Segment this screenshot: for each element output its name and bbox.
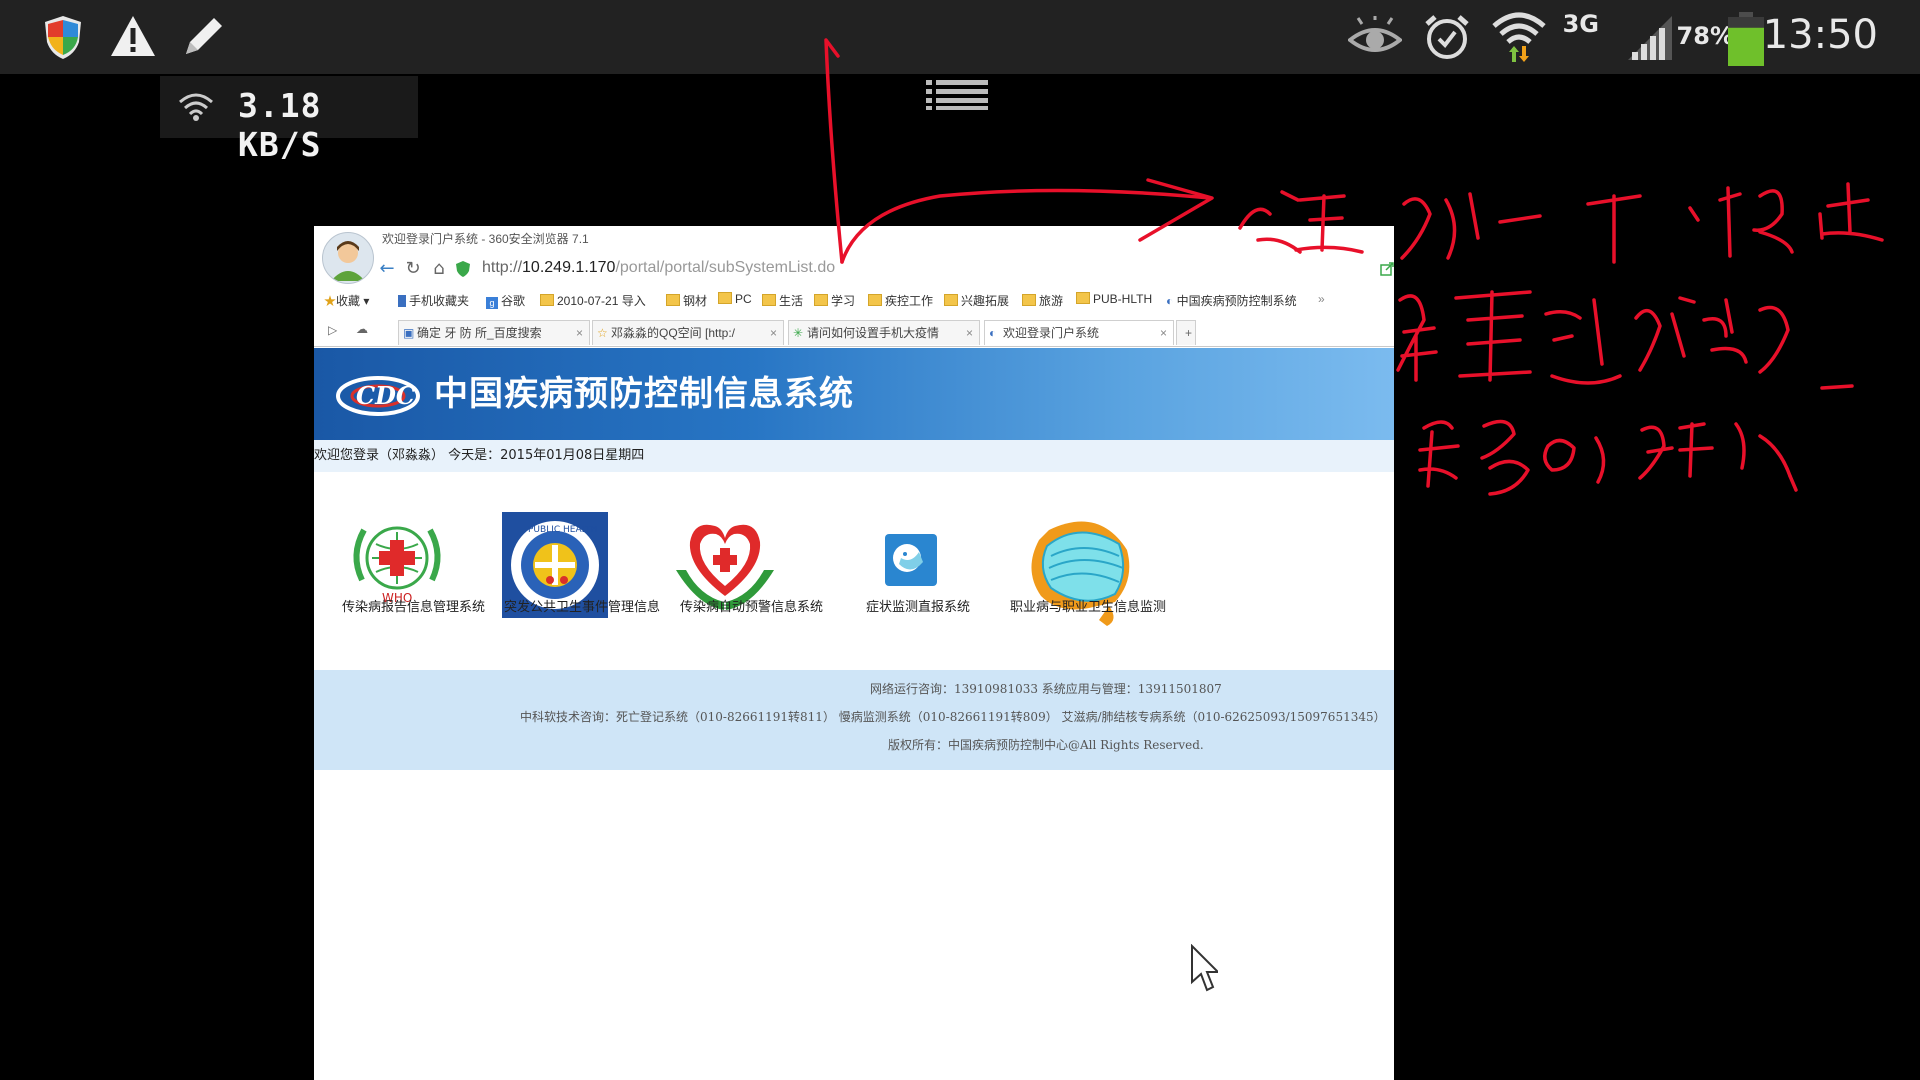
window-title: 欢迎登录门户系统 - 360安全浏览器 7.1 <box>382 232 589 246</box>
wifi-icon <box>1492 12 1546 62</box>
footer-copyright: 版权所有：中国疾病预防控制中心@All Rights Reserved. <box>888 738 1204 752</box>
eye-icon <box>1348 16 1402 52</box>
cdc-icon: ◐ <box>1166 294 1174 308</box>
net-speed-overlay: 3.18 KB/S <box>160 76 418 164</box>
close-icon: × <box>1159 326 1167 340</box>
cdc-logo-icon: CDC <box>336 376 420 416</box>
bookmark-folder[interactable]: 学习 <box>814 292 855 309</box>
refresh-button[interactable]: ↻ <box>402 258 424 280</box>
url-scheme: http:// <box>482 259 523 276</box>
page-footer: 网络运行咨询：13910981033 系统应用与管理：13911501807 中… <box>314 670 1394 770</box>
folder-icon <box>868 294 882 306</box>
browser-titlebar: 欢迎登录门户系统 - 360安全浏览器 7.1 <box>314 226 1394 252</box>
clock: 13:50 <box>1762 12 1878 58</box>
address-bar[interactable]: http://10.249.1.170/portal/portal/subSys… <box>482 256 1382 280</box>
bookmarks-bar: ★收藏 ▾ 手机收藏夹 g 谷歌 2010-07-21 导入 钢材 PC 生活 学… <box>314 286 1394 314</box>
tab-question[interactable]: ✳ 请问如何设置手机大疫情 × <box>788 320 980 345</box>
system-item[interactable] <box>836 510 986 588</box>
status-bar: 3G 78% 13:50 <box>0 0 1920 74</box>
bookmark-item[interactable]: 手机收藏夹 <box>398 292 469 309</box>
bookmark-item[interactable]: g 谷歌 <box>486 292 525 309</box>
cloud-icon[interactable]: ☁ <box>356 322 368 336</box>
site-banner: CDC 中国疾病预防控制信息系统 <box>314 348 1394 440</box>
bookmark-favorites[interactable]: ★收藏 ▾ <box>324 292 369 309</box>
bookmark-folder[interactable]: 2010-07-21 导入 <box>540 292 646 309</box>
footer-tech-support: 中科软技术咨询：死亡登记系统（010-82661191转811） 慢病监测系统（… <box>520 710 1386 724</box>
baidu-icon: ▣ <box>403 326 415 340</box>
welcome-text: 欢迎您登录（邓淼淼） 今天是：2015年01月08日星期四 <box>314 440 1394 472</box>
page-title: 中国疾病预防控制信息系统 <box>434 374 854 414</box>
signal-icon <box>1628 16 1672 60</box>
wifi-small-icon <box>179 93 213 121</box>
folder-icon <box>944 294 958 306</box>
close-icon: × <box>575 326 583 340</box>
folder-icon <box>1022 294 1036 306</box>
google-icon: g <box>486 297 498 309</box>
folder-icon <box>1076 292 1090 304</box>
folder-icon <box>718 292 732 304</box>
close-icon: × <box>769 326 777 340</box>
tab-qzone[interactable]: ☆ 邓淼淼的QQ空间 [http:/× <box>592 320 784 345</box>
system-label[interactable]: 传染病自动预警信息系统 <box>680 596 823 615</box>
bookmark-folder[interactable]: PUB-HLTH <box>1076 292 1152 306</box>
system-item[interactable] <box>1004 510 1154 634</box>
url-path: /portal/portal/subSystemList.do <box>615 259 836 276</box>
svg-text:PUBLIC HEALTH: PUBLIC HEALTH <box>528 525 598 535</box>
battery-percent: 78% <box>1676 22 1734 50</box>
tab-portal[interactable]: ◐ 欢迎登录门户系统 × <box>984 320 1174 345</box>
folder-icon <box>762 294 776 306</box>
folder-icon <box>666 294 680 306</box>
svg-text:CDC: CDC <box>356 381 415 410</box>
system-label[interactable]: 传染病报告信息管理系统 <box>342 596 485 615</box>
sidebar-toggle-icon[interactable]: ▷ <box>328 323 337 337</box>
face-mask-small-icon <box>885 534 937 586</box>
secure-shield-icon <box>456 261 470 277</box>
share-icon[interactable] <box>1380 262 1394 276</box>
system-label[interactable]: 突发公共卫生事件管理信息 <box>504 596 660 615</box>
system-label[interactable]: 职业病与职业卫生信息监测 <box>1010 596 1166 615</box>
alarm-icon <box>1425 15 1469 59</box>
bookmark-item[interactable]: ◐ 中国疾病预防控制系统 <box>1166 292 1297 309</box>
browser-window: 欢迎登录门户系统 - 360安全浏览器 7.1 ← ↻ ⌂ http://10.… <box>314 226 1394 1080</box>
tab-baidu[interactable]: ▣ 确定 牙 防 所_百度搜索 × <box>398 320 590 345</box>
warning-icon <box>111 16 155 56</box>
close-icon: × <box>965 326 973 340</box>
home-button[interactable]: ⌂ <box>428 258 450 280</box>
bookmark-folder[interactable]: 疾控工作 <box>868 292 933 309</box>
user-icon <box>331 241 365 281</box>
system-label[interactable]: 症状监测直报系统 <box>866 596 970 615</box>
bookmark-folder[interactable]: 钢材 <box>666 292 707 309</box>
network-type: 3G <box>1562 10 1599 38</box>
shield-icon <box>45 16 81 59</box>
star-icon: ★ <box>324 294 337 308</box>
bookmark-folder[interactable]: 兴趣拓展 <box>944 292 1009 309</box>
leaf-icon: ✳ <box>793 326 804 340</box>
menu-icon[interactable] <box>926 80 988 110</box>
pencil-icon <box>186 18 222 54</box>
more-bookmarks-icon[interactable]: » <box>1318 292 1325 306</box>
user-avatar[interactable] <box>322 232 374 284</box>
net-speed-value: 3.18 KB/S <box>238 86 322 164</box>
mouse-cursor-icon <box>1191 944 1218 992</box>
back-button[interactable]: ← <box>376 258 398 280</box>
folder-icon <box>540 294 554 306</box>
phone-icon <box>398 295 406 307</box>
tab-bar: ▷ ☁ ▣ 确定 牙 防 所_百度搜索 × ☆ 邓淼淼的QQ空间 [http:/×… <box>314 318 1394 347</box>
bookmark-folder[interactable]: PC <box>718 292 752 306</box>
cdc-icon: ◐ <box>989 326 997 340</box>
bookmark-folder[interactable]: 旅游 <box>1022 292 1063 309</box>
new-tab-button[interactable]: + <box>1176 320 1196 345</box>
battery-icon <box>1728 12 1764 66</box>
footer-contact: 网络运行咨询：13910981033 系统应用与管理：13911501807 <box>870 682 1222 696</box>
folder-icon <box>814 294 828 306</box>
bookmark-folder[interactable]: 生活 <box>762 292 803 309</box>
nav-bar: ← ↻ ⌂ http://10.249.1.170/portal/portal/… <box>376 254 1394 284</box>
star-icon: ☆ <box>597 326 608 340</box>
url-host: 10.249.1.170 <box>522 259 616 276</box>
